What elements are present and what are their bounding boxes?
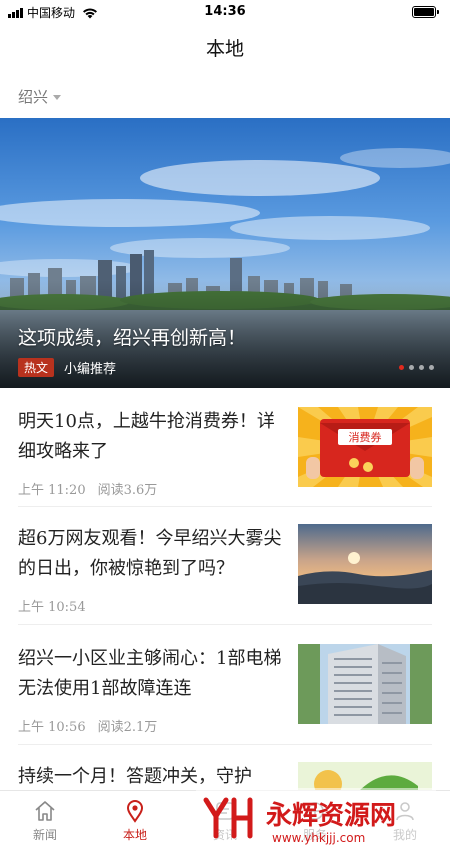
featured-banner[interactable]: 这项成绩，绍兴再创新高！ 热文 小编推荐 xyxy=(0,118,450,388)
editor-recommend-tag: 小编推荐 xyxy=(64,362,117,377)
carousel-dot xyxy=(429,365,434,370)
location-pin-icon xyxy=(126,800,144,823)
status-bar: 中国移动 14:36 xyxy=(0,0,450,26)
news-title: 明天10点，上越牛抢消费券！详细攻略来了 xyxy=(18,411,275,462)
banner-meta: 热文 小编推荐 xyxy=(18,358,116,377)
news-meta: 上午 11:20 阅读3.6万 xyxy=(18,479,157,498)
carousel-dot xyxy=(399,365,404,370)
user-icon xyxy=(396,802,414,821)
home-icon xyxy=(35,801,55,821)
tab-local[interactable]: 本地 xyxy=(90,791,180,850)
carousel-dot xyxy=(409,365,414,370)
service-icon xyxy=(306,802,324,820)
news-thumbnail xyxy=(298,644,432,724)
news-reads: 阅读3.6万 xyxy=(97,483,158,498)
news-time: 上午 10:56 xyxy=(18,720,86,735)
tab-service[interactable]: 服务 xyxy=(270,791,360,850)
page-title: 本地 xyxy=(205,38,244,60)
thumb-coupon-text: 消费券 xyxy=(349,430,382,444)
city-name: 绍兴 xyxy=(18,88,49,106)
news-thumbnail xyxy=(298,524,432,604)
carousel-indicator xyxy=(399,365,434,370)
divider xyxy=(18,744,432,745)
clock: 14:36 xyxy=(204,4,246,19)
tab-label: 本地 xyxy=(122,828,147,842)
tab-mine[interactable]: 我的 xyxy=(360,791,450,850)
news-item[interactable]: 明天10点，上越牛抢消费券！详细攻略来了 上午 11:20 阅读3.6万 消费券 xyxy=(18,407,432,525)
battery-icon xyxy=(412,6,439,18)
banner-title: 这项成绩，绍兴再创新高！ xyxy=(18,327,247,349)
carousel-dot xyxy=(419,365,424,370)
bottom-tab-bar: 新闻 本地 资讯 服务 我的 xyxy=(0,790,450,850)
tab-news[interactable]: 新闻 xyxy=(0,791,90,850)
news-time: 上午 11:20 xyxy=(18,483,86,498)
tab-label: 资讯 xyxy=(212,828,237,842)
caret-down-icon xyxy=(53,95,62,100)
divider xyxy=(18,624,432,625)
tab-label: 新闻 xyxy=(32,828,57,842)
news-thumbnail: 消费券 xyxy=(298,407,432,487)
info-icon xyxy=(216,802,234,820)
news-time: 上午 10:54 xyxy=(18,600,86,615)
tab-label: 服务 xyxy=(302,828,327,842)
divider xyxy=(18,506,432,507)
news-reads: 阅读2.1万 xyxy=(97,720,158,735)
hot-badge: 热文 xyxy=(18,358,55,377)
news-meta: 上午 10:54 xyxy=(18,596,86,615)
news-title: 超6万网友观看！今早绍兴大雾尖的日出，你被惊艳到了吗？ xyxy=(18,528,282,579)
city-selector[interactable]: 绍兴 xyxy=(18,86,62,107)
news-title: 绍兴一小区业主够闹心：1部电梯无法使用1部故障连连 xyxy=(18,648,282,699)
tab-label: 我的 xyxy=(392,828,417,842)
news-title: 持续一个月！答题冲关，守护 xyxy=(18,766,252,787)
tab-info[interactable]: 资讯 xyxy=(180,791,270,850)
news-meta: 上午 10:56 阅读2.1万 xyxy=(18,716,157,735)
